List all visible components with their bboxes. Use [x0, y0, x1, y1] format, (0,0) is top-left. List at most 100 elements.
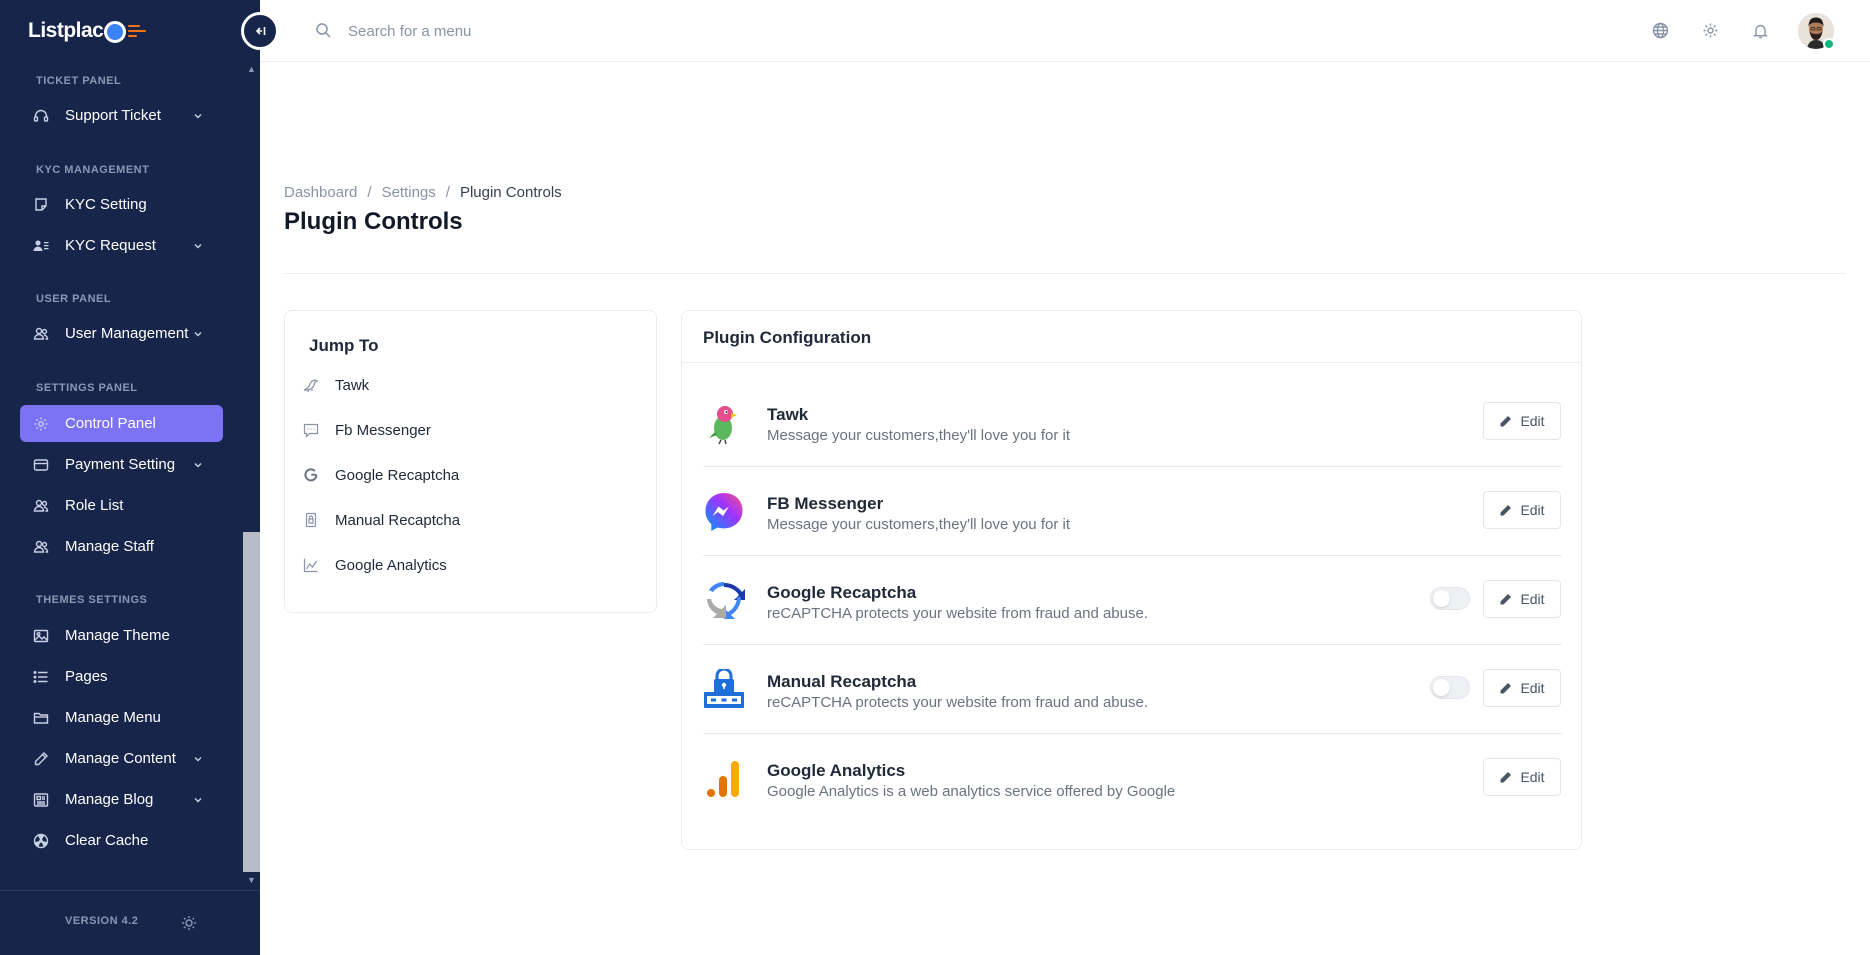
edit-button-manual-recaptcha[interactable]: Edit — [1483, 669, 1561, 707]
jump-link-fb-messenger[interactable]: Fb Messenger — [303, 418, 431, 442]
plugin-name: Manual Recaptcha — [767, 672, 917, 691]
edit-button-google-recaptcha[interactable]: Edit — [1483, 580, 1561, 618]
chevron-down-icon — [193, 795, 205, 805]
sidebar-item-manage-theme[interactable]: Manage Theme — [20, 617, 223, 654]
plugin-description: Message your customers,they'll love you … — [767, 427, 1070, 444]
sidebar-item-clear-cache[interactable]: Clear Cache — [20, 822, 223, 859]
plugin-name: Tawk — [767, 405, 809, 424]
sidebar-item-label: Support Ticket — [65, 107, 161, 124]
wallet-icon — [32, 457, 50, 473]
sidebar-item-label: Control Panel — [65, 415, 156, 432]
edit-button-fb-messenger[interactable]: Edit — [1483, 491, 1561, 529]
jump-link-google-analytics[interactable]: Google Analytics — [303, 553, 447, 577]
jump-link-label: Google Analytics — [335, 556, 447, 574]
sidebar-collapse-button[interactable] — [241, 12, 279, 50]
sidebar-item-manage-staff[interactable]: Manage Staff — [20, 528, 223, 565]
jump-link-tawk[interactable]: Tawk — [303, 373, 369, 397]
scroll-up-arrow-icon[interactable]: ▲ — [247, 65, 256, 74]
edit-button-google-analytics[interactable]: Edit — [1483, 758, 1561, 796]
message-icon — [303, 422, 319, 438]
app-logo[interactable]: Listplac — [28, 16, 147, 46]
gear-icon[interactable] — [1702, 22, 1719, 39]
sidebar-item-label: Payment Setting — [65, 456, 176, 473]
recaptcha-logo-icon — [703, 580, 746, 622]
jump-link-label: Google Recaptcha — [335, 466, 460, 484]
plugin-description: Google Analytics is a web analytics serv… — [767, 783, 1176, 800]
plugin-row-fb-messenger: FB Messenger Message your customers,they… — [703, 467, 1562, 556]
sidebar-item-payment-setting[interactable]: Payment Setting — [20, 446, 223, 483]
image-icon — [32, 628, 50, 644]
sun-icon[interactable] — [181, 915, 197, 931]
user-list-icon — [32, 238, 50, 254]
sidebar-item-label: Manage Blog — [65, 791, 154, 808]
globe-icon[interactable] — [1652, 22, 1669, 39]
page-title: Plugin Controls — [284, 208, 463, 235]
analytics-logo-icon — [703, 758, 745, 800]
pencil-icon — [1500, 593, 1512, 604]
sidebar-item-manage-blog[interactable]: Manage Blog — [20, 781, 223, 818]
sticker-icon — [32, 197, 50, 213]
plugin-row-google-recaptcha: Google Recaptcha reCAPTCHA protects your… — [703, 556, 1562, 645]
plugin-description: reCAPTCHA protects your website from fra… — [767, 605, 1149, 622]
sidebar-item-label: Role List — [65, 497, 124, 514]
users-icon — [32, 539, 50, 555]
pencil-icon — [1500, 682, 1512, 693]
breadcrumb-separator: / — [445, 184, 450, 201]
section-label-user-panel: USER PANEL — [36, 293, 112, 305]
sidebar-item-label: Clear Cache — [65, 832, 149, 849]
sidebar-item-label: Manage Menu — [65, 709, 161, 726]
plugin-name: Google Analytics — [767, 761, 906, 780]
sidebar-menu: TICKET PANEL Support Ticket KYC MANAGEME… — [0, 60, 243, 890]
jump-link-google-recaptcha[interactable]: Google Recaptcha — [303, 463, 459, 487]
chevron-down-icon — [193, 111, 205, 121]
chart-icon — [303, 557, 319, 573]
sidebar-item-kyc-setting[interactable]: KYC Setting — [20, 186, 223, 223]
jump-link-label: Fb Messenger — [335, 421, 431, 439]
jump-link-manual-recaptcha[interactable]: Manual Recaptcha — [303, 508, 460, 532]
sidebar-item-kyc-request[interactable]: KYC Request — [20, 227, 223, 264]
edit-button-label: Edit — [1520, 769, 1545, 785]
sidebar-item-role-list[interactable]: Role List — [20, 487, 223, 524]
sidebar: Listplac TICKET PANEL Support Ticket KYC… — [0, 0, 260, 955]
list-icon — [32, 669, 50, 685]
plugin-toggle-google-recaptcha[interactable] — [1430, 587, 1470, 610]
bell-icon[interactable] — [1752, 22, 1769, 39]
gear-icon — [32, 416, 50, 432]
google-icon — [303, 467, 319, 483]
logo-speed-icon — [128, 25, 147, 37]
chevron-down-icon — [193, 329, 205, 339]
plugin-toggle-manual-recaptcha[interactable] — [1430, 676, 1470, 699]
version-label: VERSION 4.2 — [65, 915, 139, 927]
scroll-down-arrow-icon[interactable]: ▼ — [247, 876, 256, 885]
sidebar-item-manage-menu[interactable]: Manage Menu — [20, 699, 223, 736]
section-label-settings-panel: SETTINGS PANEL — [36, 382, 138, 394]
plugin-row-google-analytics: Google Analytics Google Analytics is a w… — [703, 734, 1562, 823]
folder-icon — [32, 710, 50, 726]
sidebar-item-manage-content[interactable]: Manage Content — [20, 740, 223, 777]
sidebar-item-control-panel[interactable]: Control Panel — [20, 405, 223, 442]
plugin-description: reCAPTCHA protects your website from fra… — [767, 694, 1149, 711]
sidebar-scrollbar[interactable]: ▲ ▼ — [243, 60, 260, 890]
collapse-arrow-icon — [255, 27, 266, 35]
sidebar-item-label: Manage Staff — [65, 538, 154, 555]
search-input[interactable] — [348, 17, 748, 45]
sidebar-item-label: Manage Theme — [65, 627, 170, 644]
edit-button-label: Edit — [1520, 591, 1545, 607]
breadcrumb: Dashboard / Settings / Plugin Controls — [284, 184, 562, 201]
sidebar-item-user-management[interactable]: User Management — [20, 315, 223, 352]
sidebar-item-label: KYC Request — [65, 237, 156, 254]
radiation-icon — [32, 833, 50, 849]
breadcrumb-link-settings[interactable]: Settings — [382, 184, 436, 201]
section-label-themes-settings: THEMES SETTINGS — [36, 594, 148, 606]
messenger-logo-icon — [703, 491, 745, 533]
sidebar-item-support-ticket[interactable]: Support Ticket — [20, 97, 223, 134]
sidebar-item-label: User Management — [65, 325, 189, 342]
pencil-icon — [32, 751, 50, 767]
scrollbar-thumb[interactable] — [243, 532, 260, 872]
edit-button-tawk[interactable]: Edit — [1483, 402, 1561, 440]
breadcrumb-link-dashboard[interactable]: Dashboard — [284, 184, 357, 201]
breadcrumb-current: Plugin Controls — [459, 184, 562, 201]
sidebar-item-pages[interactable]: Pages — [20, 658, 223, 695]
chevron-down-icon — [193, 241, 205, 251]
section-label-kyc-management: KYC MANAGEMENT — [36, 164, 150, 176]
